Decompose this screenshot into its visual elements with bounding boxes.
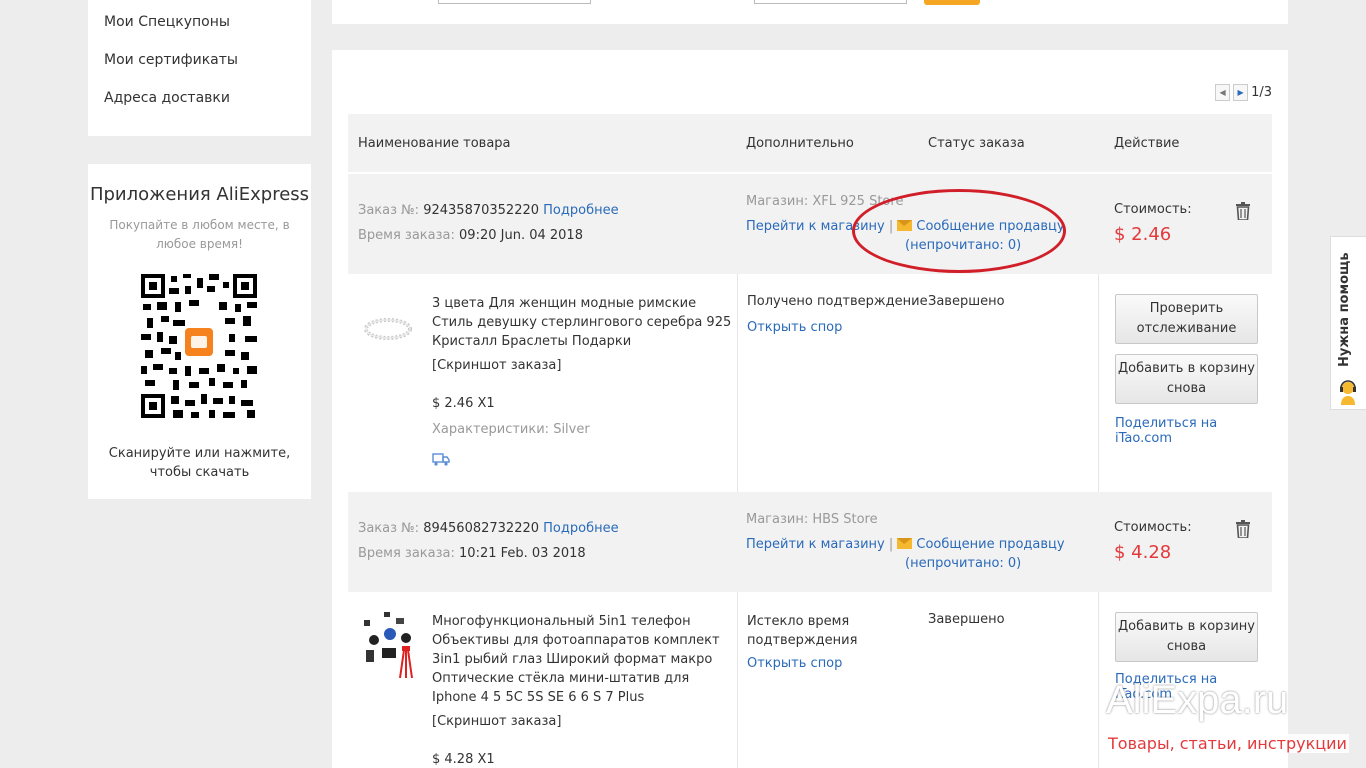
col-action: Действие (1114, 136, 1180, 151)
order-details-link[interactable]: Подробнее (543, 521, 618, 536)
product-title-link[interactable]: 3 цвета Для женщин модные римские Стиль … (432, 294, 732, 351)
order-details-link[interactable]: Подробнее (543, 203, 618, 218)
trash-icon[interactable] (1236, 520, 1250, 538)
order-number-label: Заказ №: (358, 203, 420, 218)
menu-addresses-link[interactable]: Адреса доставки (104, 90, 230, 106)
order-time: 09:20 Jun. 04 2018 (459, 228, 583, 243)
next-page-icon[interactable]: ▶ (1233, 84, 1249, 101)
trash-icon[interactable] (1236, 202, 1250, 220)
share-itao-link[interactable]: Поделиться на iTao.com (1115, 416, 1272, 446)
help-tab[interactable]: Нужна помощь (1330, 236, 1366, 410)
order-header: Заказ №: 92435870352220 Подробнее Время … (348, 174, 1272, 274)
envelope-icon (897, 538, 913, 549)
store-line: Магазин: HBS Store (746, 512, 878, 527)
account-menu: Мои Спецкупоны Мои сертификаты Адреса до… (88, 0, 311, 136)
store-label: Магазин: (746, 512, 809, 527)
order-time-label: Время заказа: (358, 228, 455, 243)
orders-panel: ◀ ▶ 1/3 Наименование товара Дополнительн… (332, 50, 1288, 768)
site-watermark: AliExpa.ru Товары, статьи, инструкции (1100, 672, 1366, 768)
cost-label: Стоимость: (1114, 520, 1192, 535)
price-quantity: $ 4.28 X1 (432, 752, 495, 767)
price-quantity: $ 2.46 X1 (432, 396, 495, 411)
col-product: Наименование товара (358, 136, 511, 151)
filter-input-right[interactable] (754, 0, 907, 4)
col-status: Статус заказа (928, 136, 1025, 151)
watermark-tagline: Товары, статьи, инструкции (1106, 734, 1349, 753)
orders-table-header: Наименование товара Дополнительно Статус… (348, 114, 1272, 172)
order-cost: $ 2.46 (1114, 224, 1172, 245)
app-scan-text[interactable]: Сканируйте или нажмите, чтобы скачать (108, 444, 291, 482)
app-promo-subtitle: Покупайте в любом месте, в любое время! (109, 218, 290, 251)
order-screenshot-link[interactable]: [Скриншот заказа] (432, 714, 561, 729)
order-number-line: Заказ №: 92435870352220 Подробнее (358, 203, 619, 218)
order-screenshot-link[interactable]: [Скриншот заказа] (432, 358, 561, 373)
search-button[interactable] (924, 0, 980, 5)
highlight-circle (852, 189, 1066, 273)
order-time-line: Время заказа: 10:21 Feb. 03 2018 (358, 546, 586, 561)
order-number: 89456082732220 (423, 521, 540, 536)
menu-certificates-link[interactable]: Мои сертификаты (104, 52, 238, 68)
app-promo-title: Приложения AliExpress (89, 184, 310, 205)
order-header: Заказ №: 89456082732220 Подробнее Время … (348, 492, 1272, 592)
add-to-cart-again-button[interactable]: Добавить в корзину снова (1115, 612, 1258, 662)
watermark-logo: AliExpa.ru (1106, 678, 1289, 722)
order-number-line: Заказ №: 89456082732220 Подробнее (358, 521, 619, 536)
pagination: ◀ ▶ 1/3 (1215, 84, 1272, 101)
message-seller-link[interactable]: Сообщение продавцу (916, 537, 1064, 552)
order-time: 10:21 Feb. 03 2018 (459, 546, 586, 561)
truck-icon[interactable] (432, 452, 450, 466)
qr-code-icon[interactable] (139, 272, 259, 420)
cost-label: Стоимость: (1114, 202, 1192, 217)
filter-bar (332, 0, 1288, 24)
add-to-cart-again-button[interactable]: Добавить в корзину снова (1115, 354, 1258, 404)
app-promo: Приложения AliExpress Покупайте в любом … (88, 164, 311, 499)
open-dispute-link[interactable]: Открыть спор (747, 320, 842, 335)
order-status: Завершено (928, 294, 1005, 309)
product-thumbnail[interactable] (362, 312, 414, 346)
col-extra: Дополнительно (746, 136, 854, 151)
product-thumbnail[interactable] (360, 610, 416, 682)
track-order-button[interactable]: Проверить отслеживание (1115, 294, 1258, 344)
confirmation-status: Получено подтверждение (747, 294, 928, 309)
order-time-label: Время заказа: (358, 546, 455, 561)
store-name: HBS Store (812, 512, 878, 527)
order-number-label: Заказ №: (358, 521, 420, 536)
order-status: Завершено (928, 612, 1005, 627)
order-number: 92435870352220 (423, 203, 540, 218)
menu-coupons-link[interactable]: Мои Спецкупоны (104, 14, 230, 30)
order-time-line: Время заказа: 09:20 Jun. 04 2018 (358, 228, 583, 243)
order-cost: $ 4.28 (1114, 542, 1172, 563)
confirmation-status: Истекло время подтверждения (747, 614, 858, 648)
product-title-link[interactable]: Многофункциональный 5in1 телефон Объекти… (432, 612, 732, 707)
prev-page-icon[interactable]: ◀ (1215, 84, 1231, 101)
page-indicator: 1/3 (1251, 85, 1272, 100)
help-tab-label: Нужна помощь (1337, 252, 1352, 368)
order-item: 3 цвета Для женщин модные римские Стиль … (348, 274, 1272, 492)
product-characteristics: Характеристики: Silver (432, 422, 590, 437)
open-dispute-link[interactable]: Открыть спор (747, 656, 842, 671)
goto-store-link[interactable]: Перейти к магазину (746, 537, 885, 552)
store-label: Магазин: (746, 194, 809, 209)
unread-count[interactable]: (непрочитано: 0) (905, 556, 1021, 571)
support-agent-icon (1340, 380, 1356, 405)
filter-input-left[interactable] (438, 0, 591, 4)
store-actions: Перейти к магазину | Сообщение продавцу (746, 537, 1065, 552)
